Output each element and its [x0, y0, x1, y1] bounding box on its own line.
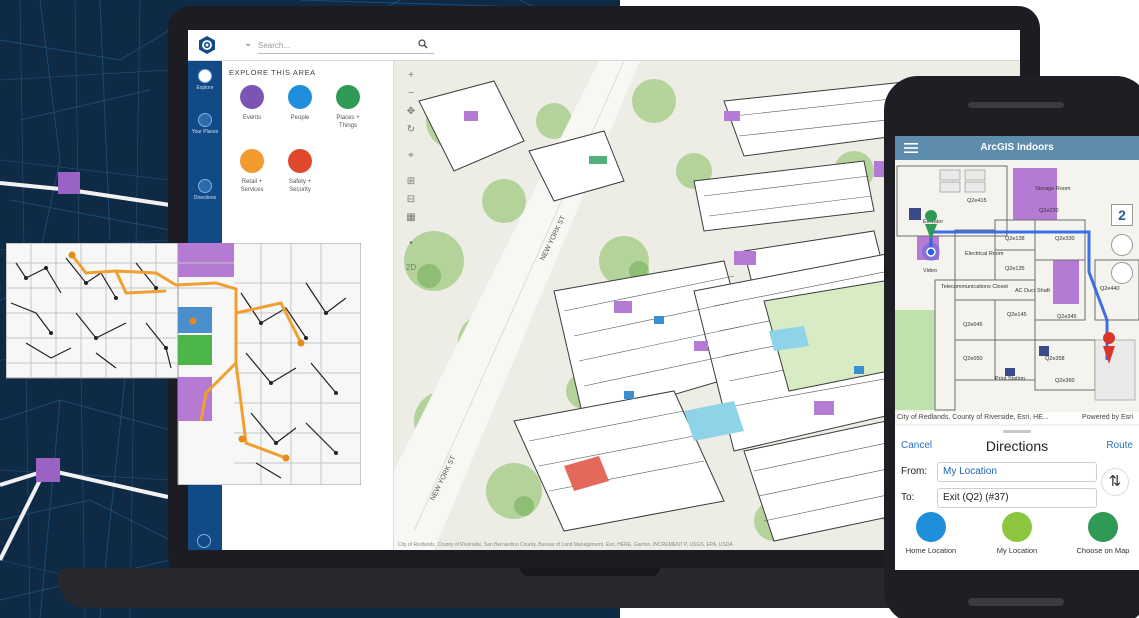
- layers-button[interactable]: ▦: [402, 209, 420, 227]
- pin-icon: [336, 85, 360, 109]
- room-label: Q2e358: [1045, 356, 1065, 362]
- room-label: AC Duct Shaft: [1015, 288, 1050, 294]
- chevron-down-icon[interactable]: ⌄: [244, 38, 252, 49]
- category-label: People: [290, 115, 310, 121]
- choose-on-map-button[interactable]: Choose on Map: [1063, 512, 1139, 555]
- cancel-button[interactable]: Cancel: [901, 440, 932, 451]
- search-input[interactable]: Search...: [258, 37, 434, 54]
- star-icon: [198, 113, 212, 127]
- from-label: From:: [901, 466, 928, 477]
- mobile-header: ArcGIS Indoors: [895, 136, 1139, 160]
- category-label-2: Things: [338, 123, 357, 129]
- phone-speaker: [968, 102, 1064, 108]
- room-label: Q2e145: [1007, 312, 1027, 318]
- category-places-things[interactable]: Places + Things: [320, 85, 376, 130]
- quick-label: Home Location: [905, 546, 957, 555]
- my-location-icon: [1002, 512, 1032, 542]
- category-label-2: Services: [240, 187, 264, 193]
- mobile-map-canvas: Elevator Q2e415 Storage Room Q2e220 Elec…: [895, 160, 1139, 426]
- room-label: Storage Room: [1035, 186, 1071, 192]
- basemap-button[interactable]: ⊞: [402, 173, 420, 191]
- map-attribution: City of Redlands, County of Riverside, S…: [398, 542, 733, 548]
- pan-button[interactable]: ✥: [402, 103, 420, 121]
- person-icon: [288, 85, 312, 109]
- room-label: Q2e135: [1005, 266, 1025, 272]
- laptop-base-notch: [520, 568, 660, 576]
- category-label: Places +: [336, 115, 360, 121]
- floors-button[interactable]: ⊟: [402, 191, 420, 209]
- shield-icon: [288, 149, 312, 173]
- level-dot-button[interactable]: •: [402, 235, 420, 253]
- category-label: Safety +: [288, 179, 312, 185]
- room-label: Telecommunications Closet: [941, 284, 1008, 290]
- nav-your-places[interactable]: Your Places: [188, 113, 222, 135]
- room-label: Q2e330: [1055, 236, 1075, 242]
- swap-directions-button[interactable]: ⇅: [1101, 468, 1129, 496]
- floorplan-routing-overlay: [6, 243, 361, 485]
- room-label: Q2e360: [1055, 378, 1075, 384]
- mobile-title: ArcGIS Indoors: [980, 142, 1054, 153]
- info-icon[interactable]: [197, 534, 211, 548]
- my-location-button[interactable]: My Location: [977, 512, 1057, 555]
- route-button[interactable]: Route: [1106, 440, 1133, 451]
- to-label: To:: [901, 492, 915, 503]
- room-label: Video: [923, 268, 937, 274]
- room-label: Q2e345: [1057, 314, 1077, 320]
- from-field[interactable]: My Location: [937, 462, 1097, 482]
- locate-button[interactable]: ⌖: [402, 147, 420, 165]
- mobile-indoor-map[interactable]: Elevator Q2e415 Storage Room Q2e220 Elec…: [895, 160, 1139, 426]
- floor-selector-button[interactable]: 2: [1111, 204, 1133, 226]
- powered-by-esri: Powered by Esri: [1082, 414, 1133, 421]
- panel-title: EXPLORE THIS AREA: [229, 68, 316, 77]
- quick-label: My Location: [996, 546, 1038, 555]
- to-field[interactable]: Exit (Q2) (#37): [937, 488, 1097, 508]
- directions-sheet: Directions Cancel Route From: My Locatio…: [895, 426, 1139, 570]
- category-safety-security[interactable]: Safety + Security: [272, 149, 328, 194]
- zoom-in-button[interactable]: +: [402, 67, 420, 85]
- layers-icon[interactable]: [1111, 234, 1133, 256]
- room-label: Q2e415: [967, 198, 987, 204]
- category-label: Retail +: [241, 179, 263, 185]
- nav-label: Directions: [193, 195, 217, 201]
- view-2d-toggle[interactable]: 2D: [402, 259, 420, 277]
- room-label: Q2e220: [1039, 208, 1059, 214]
- tag-icon: [240, 149, 264, 173]
- arcgis-indoors-logo-icon[interactable]: [197, 35, 217, 55]
- room-label: Q2e045: [963, 322, 983, 328]
- room-label: Print Station: [995, 376, 1025, 382]
- quick-label: Choose on Map: [1076, 546, 1130, 555]
- mobile-app: ArcGIS Indoors Elevator Q2e415 Storage R…: [895, 136, 1139, 570]
- phone-home-bar: [968, 598, 1064, 606]
- calendar-icon: [240, 85, 264, 109]
- home-location-button[interactable]: Home Location: [895, 512, 971, 555]
- nav-directions[interactable]: Directions: [188, 179, 222, 201]
- room-label: Electrical Room: [965, 251, 1004, 257]
- sheet-drag-handle[interactable]: [1003, 430, 1031, 433]
- category-label-2: Security: [289, 187, 311, 193]
- rotate-button[interactable]: ↻: [402, 121, 420, 139]
- mobile-attribution: City of Redlands, County of Riverside, E…: [897, 412, 1139, 424]
- compass-icon: [198, 69, 212, 83]
- room-label: Q2e138: [1005, 236, 1025, 242]
- zoom-out-button[interactable]: −: [402, 85, 420, 103]
- app-toolbar: ⌄ Search...: [188, 30, 1020, 61]
- category-label: Events: [242, 115, 262, 121]
- nav-label: Your Places: [191, 129, 219, 135]
- target-icon: [1088, 512, 1118, 542]
- room-label: Q2e050: [963, 356, 983, 362]
- room-label: Q2e440: [1100, 286, 1120, 292]
- nav-label: Explore: [196, 85, 214, 91]
- attribution-text: City of Redlands, County of Riverside, E…: [897, 414, 1049, 421]
- search-icon[interactable]: [418, 39, 428, 49]
- nav-explore[interactable]: Explore: [188, 69, 222, 91]
- compass-icon[interactable]: [1111, 262, 1133, 284]
- home-icon: [916, 512, 946, 542]
- directions-icon: [198, 179, 212, 193]
